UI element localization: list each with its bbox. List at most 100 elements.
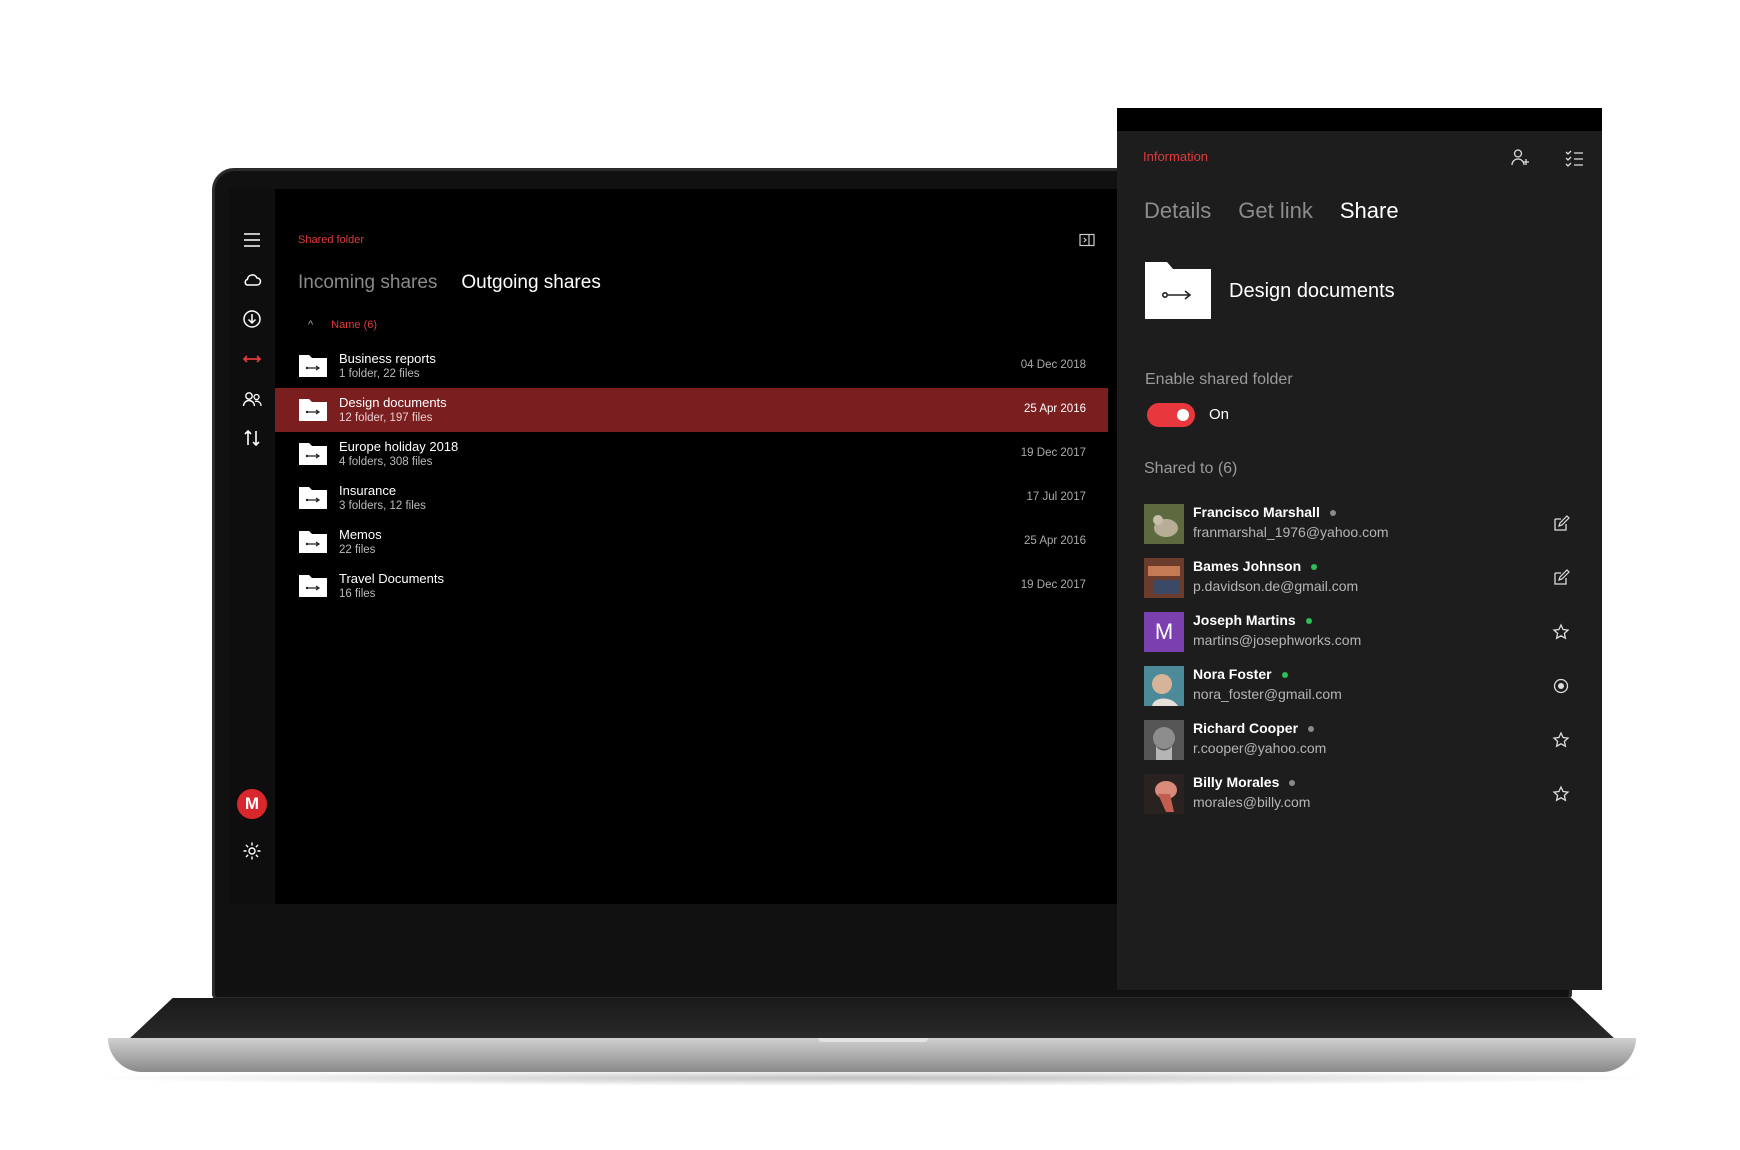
- offline-status-dot: [1308, 726, 1315, 733]
- multi-select-icon[interactable]: [1563, 146, 1585, 168]
- tab-share[interactable]: Share: [1340, 198, 1399, 224]
- eye-icon[interactable]: [1551, 676, 1571, 696]
- file-date: 25 Apr 2016: [1023, 535, 1086, 547]
- contact-row[interactable]: Bames Johnson p.davidson.de@gmail.com: [1117, 552, 1602, 606]
- enable-shared-toggle[interactable]: [1147, 403, 1195, 427]
- contact-email: nora_foster@gmail.com: [1193, 686, 1342, 702]
- edit-icon[interactable]: [1551, 514, 1571, 534]
- file-date: 19 Dec 2017: [1020, 447, 1086, 459]
- contact-row[interactable]: Francisco Marshall franmarshal_1976@yaho…: [1117, 498, 1602, 552]
- contact-name: Richard Cooper: [1193, 720, 1315, 736]
- file-name: Business reports: [339, 351, 436, 366]
- panel-title: Information: [1143, 149, 1209, 164]
- contacts-icon[interactable]: [237, 384, 267, 414]
- star-icon[interactable]: [1551, 784, 1571, 804]
- file-date: 19 Dec 2017: [1020, 579, 1086, 591]
- information-panel: Information Details Get link Share Desig…: [1117, 108, 1602, 990]
- file-name: Insurance: [339, 483, 397, 498]
- add-contact-icon[interactable]: [1509, 146, 1531, 168]
- file-meta: 4 folders, 308 files: [339, 456, 433, 468]
- file-date: 17 Jul 2017: [1026, 491, 1086, 503]
- shared-folder-icon: [299, 487, 327, 509]
- contact-name: Francisco Marshall: [1193, 504, 1336, 520]
- offline-status-dot: [1329, 510, 1336, 517]
- laptop-base: [108, 998, 1636, 1076]
- file-row[interactable]: Insurance 3 folders, 12 files 17 Jul 201…: [275, 476, 1108, 520]
- contact-name: Bames Johnson: [1193, 558, 1318, 574]
- tab-details[interactable]: Details: [1144, 198, 1211, 224]
- settings-icon[interactable]: [237, 836, 267, 866]
- contact-name: Billy Morales: [1193, 774, 1296, 790]
- file-date: 25 Apr 2016: [1023, 403, 1086, 415]
- file-row-selected[interactable]: Design documents 12 folder, 197 files 25…: [275, 388, 1108, 432]
- avatar: [1144, 558, 1184, 598]
- file-row[interactable]: Business reports 1 folder, 22 files 04 D…: [275, 344, 1108, 388]
- file-meta: 16 files: [339, 588, 376, 600]
- shared-arrows-icon[interactable]: [237, 344, 267, 374]
- file-row[interactable]: Travel Documents 16 files 19 Dec 2017: [275, 564, 1108, 608]
- screenshot-stage: M Shared folder Incoming shares Outgoing…: [0, 0, 1740, 1150]
- main-pane: Shared folder Incoming shares Outgoing s…: [275, 189, 1115, 904]
- transfers-icon[interactable]: [237, 423, 267, 453]
- file-name: Travel Documents: [339, 571, 444, 586]
- contact-row[interactable]: Nora Foster nora_foster@gmail.com: [1117, 660, 1602, 714]
- file-name: Design documents: [339, 395, 447, 410]
- tab-incoming-shares[interactable]: Incoming shares: [298, 272, 437, 294]
- shared-folder-large-icon: [1145, 262, 1211, 319]
- info-panel-toggle-icon[interactable]: [1078, 231, 1096, 249]
- avatar: M: [1144, 612, 1184, 652]
- file-row[interactable]: Europe holiday 2018 4 folders, 308 files…: [275, 432, 1108, 476]
- avatar: [1144, 774, 1184, 814]
- file-meta: 22 files: [339, 544, 376, 556]
- shared-folder-icon: [299, 355, 327, 377]
- contact-row[interactable]: M Joseph Martins martins@josephworks.com: [1117, 606, 1602, 660]
- sort-header[interactable]: ^ Name (6): [308, 319, 377, 331]
- toggle-state-label: On: [1209, 406, 1230, 423]
- tab-get-link[interactable]: Get link: [1238, 198, 1313, 224]
- sort-label: Name (6): [331, 319, 378, 331]
- contact-row[interactable]: Billy Morales morales@billy.com: [1117, 768, 1602, 822]
- laptop-base-bottom: [108, 1038, 1636, 1072]
- contact-name: Joseph Martins: [1193, 612, 1312, 628]
- contact-email: morales@billy.com: [1193, 794, 1311, 810]
- tab-outgoing-shares[interactable]: Outgoing shares: [461, 272, 600, 294]
- file-name: Memos: [339, 527, 382, 542]
- file-list: Business reports 1 folder, 22 files 04 D…: [275, 344, 1108, 608]
- online-status-dot: [1305, 618, 1312, 625]
- download-icon[interactable]: [237, 304, 267, 334]
- shared-folder-icon: [299, 531, 327, 553]
- contact-list: Francisco Marshall franmarshal_1976@yaho…: [1117, 498, 1602, 822]
- avatar: [1144, 504, 1184, 544]
- folder-title: Design documents: [1229, 280, 1395, 302]
- chevron-up-icon: ^: [308, 319, 314, 331]
- shared-folder-icon: [299, 575, 327, 597]
- menu-icon[interactable]: [237, 225, 267, 255]
- file-row[interactable]: Memos 22 files 25 Apr 2016: [275, 520, 1108, 564]
- share-tabs: Incoming shares Outgoing shares: [298, 272, 601, 294]
- contact-row[interactable]: Richard Cooper r.cooper@yahoo.com: [1117, 714, 1602, 768]
- contact-name: Nora Foster: [1193, 666, 1288, 682]
- avatar: [1144, 720, 1184, 760]
- avatar: [1144, 666, 1184, 706]
- edit-icon[interactable]: [1551, 568, 1571, 588]
- laptop-keyboard-deck: [128, 998, 1616, 1040]
- panel-top-strip: [1117, 108, 1602, 131]
- shared-to-label: Shared to (6): [1144, 460, 1238, 477]
- star-icon[interactable]: [1551, 730, 1571, 750]
- mega-logo[interactable]: M: [237, 789, 267, 819]
- cloud-icon[interactable]: [237, 265, 267, 295]
- shared-folder-icon: [299, 399, 327, 421]
- shared-folder-icon: [299, 443, 327, 465]
- sidebar: M: [229, 189, 275, 904]
- online-status-dot: [1281, 672, 1288, 679]
- file-meta: 3 folders, 12 files: [339, 500, 426, 512]
- online-status-dot: [1311, 564, 1318, 571]
- file-meta: 12 folder, 197 files: [339, 412, 433, 424]
- file-date: 04 Dec 2018: [1020, 359, 1086, 371]
- file-name: Europe holiday 2018: [339, 439, 459, 454]
- contact-email: martins@josephworks.com: [1193, 632, 1362, 648]
- laptop-opening-notch: [818, 1038, 928, 1042]
- offline-status-dot: [1289, 780, 1296, 787]
- info-tabs: Details Get link Share: [1144, 198, 1399, 224]
- star-icon[interactable]: [1551, 622, 1571, 642]
